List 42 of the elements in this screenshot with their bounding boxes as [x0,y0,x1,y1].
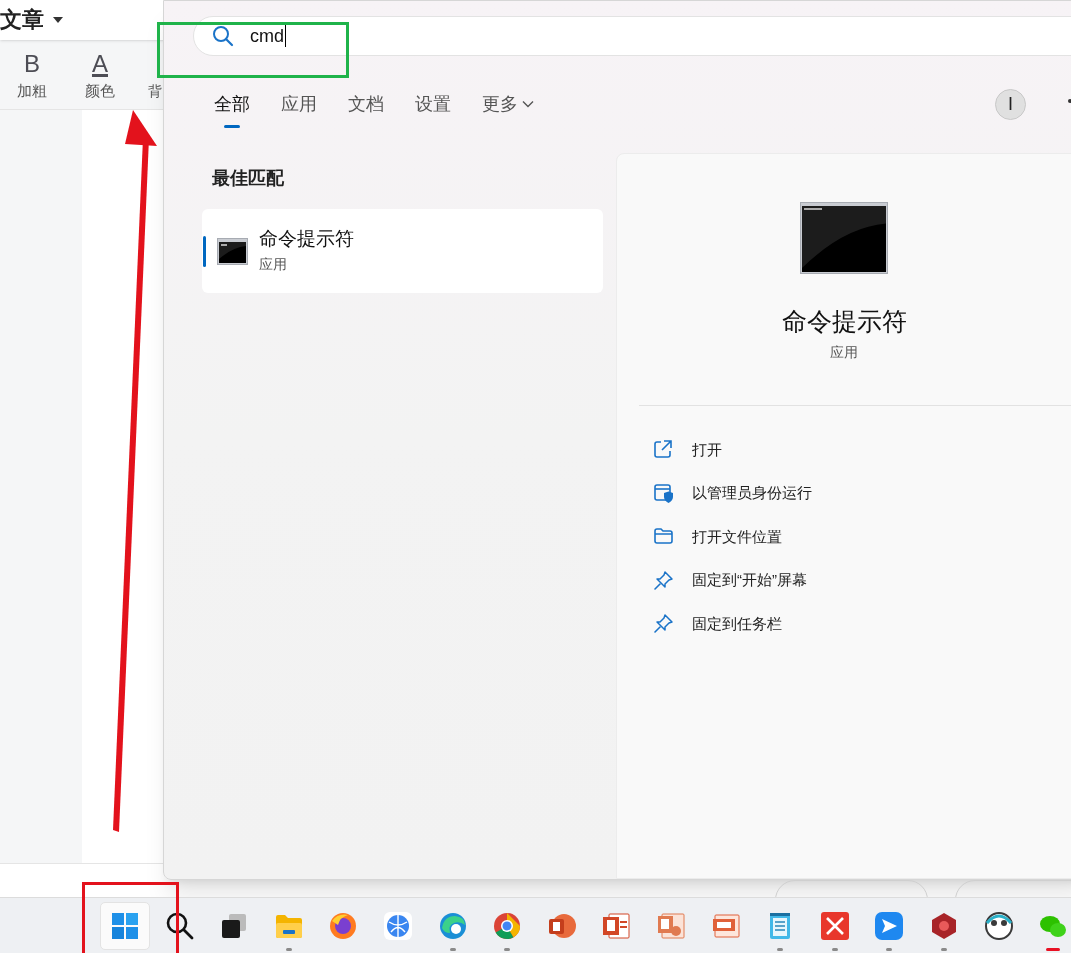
action-item[interactable]: 以管理员身份运行 [653,471,1071,515]
toolbar-button[interactable]: 背 [147,49,163,101]
round-app-icon [983,910,1014,941]
terminal-icon [217,237,248,265]
caret-icon [52,16,64,24]
action-item[interactable]: 打开 [653,428,1071,472]
action-item[interactable]: 固定到“开始”屏幕 [653,558,1071,602]
pin-icon [653,569,674,591]
action-item[interactable]: 打开文件位置 [653,515,1071,559]
swirl-icon [437,910,468,941]
open-external-icon [653,439,674,461]
toolbar-button[interactable]: B 加粗 [14,49,50,101]
browser-icon [328,910,359,941]
grid-icon [110,910,140,941]
section-heading: 最佳匹配 [212,167,285,190]
presentation-icon [601,910,632,941]
account-avatar[interactable]: I [995,88,1026,120]
toolbar-button[interactable]: A 颜色 [82,49,118,101]
search-icon [164,910,195,941]
search-icon [212,25,234,47]
cross-icon [819,910,850,941]
presentation-icon [655,910,686,941]
search-field[interactable]: cmd [193,16,1071,56]
tab[interactable]: 文档 [348,82,384,126]
terminal-icon [800,202,888,274]
result-title: 命令提示符 [259,227,354,251]
tab[interactable]: 设置 [415,82,451,126]
tab[interactable]: 更多 [482,82,534,126]
result-item[interactable]: 命令提示符 应用 [202,209,603,293]
globe-icon [382,910,413,941]
app-type: 应用 [830,343,858,362]
app-title: 命令提示符 [781,306,907,337]
plane-icon [874,910,905,941]
action-item[interactable]: 固定到任务栏 [653,602,1071,646]
tab[interactable]: 全部 [214,82,250,126]
result-type: 应用 [259,255,288,274]
window-shield-icon [653,482,674,504]
pin-icon [653,613,674,635]
document-title: 文章 [0,9,44,31]
chevron-down-icon [522,100,534,108]
tab[interactable]: 应用 [281,82,317,126]
wheel-icon [492,910,523,941]
